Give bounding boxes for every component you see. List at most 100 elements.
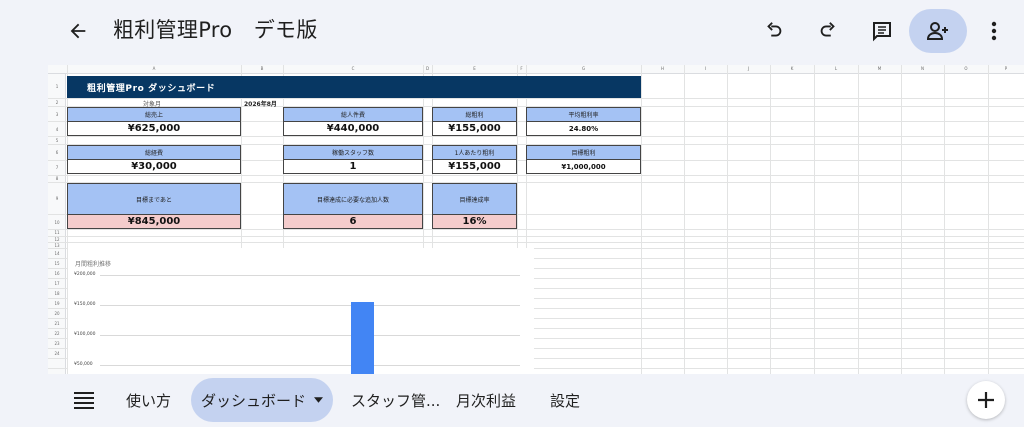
row-number[interactable]: 21 — [48, 321, 66, 326]
personnel-cost-label: 総人件費 — [283, 107, 423, 122]
y-tick-label: ¥100,000 — [74, 332, 96, 337]
chart-gridline — [100, 335, 520, 336]
personnel-cost-value[interactable]: ¥440,000 — [283, 121, 423, 136]
banner-title: 粗利管理Pro ダッシュボード — [87, 84, 216, 94]
sales-value[interactable]: ¥625,000 — [67, 121, 241, 136]
document-title[interactable]: 粗利管理Pro デモ版 — [113, 14, 318, 44]
more-vert-icon — [991, 21, 997, 41]
expenses-value[interactable]: ¥30,000 — [67, 159, 241, 174]
more-options-button[interactable] — [972, 9, 1016, 53]
column-letter[interactable]: B — [241, 66, 283, 71]
row-number[interactable]: 8 — [48, 176, 66, 181]
row-number[interactable]: 19 — [48, 301, 66, 306]
row-number[interactable]: 11 — [48, 230, 66, 235]
undo-button[interactable] — [752, 9, 796, 53]
column-letter[interactable]: L — [814, 66, 858, 71]
row-number[interactable]: 1 — [48, 84, 66, 89]
tab-label: ダッシュボード — [201, 391, 307, 410]
per-person-profit-label: 1人あたり粗利 — [432, 145, 517, 160]
row-number[interactable]: 7 — [48, 165, 66, 170]
gross-profit-label: 総粗利 — [432, 107, 517, 122]
needed-staff-label: 目標達成に必要な追加人数 — [283, 183, 423, 215]
tab-settings[interactable]: 設定 — [550, 378, 580, 422]
per-person-profit-value[interactable]: ¥155,000 — [432, 159, 517, 174]
row-number[interactable]: 18 — [48, 291, 66, 296]
column-letter[interactable]: F — [517, 66, 526, 71]
row-number[interactable]: 15 — [48, 261, 66, 266]
column-letter[interactable]: H — [641, 66, 684, 71]
dashboard-banner[interactable]: 粗利管理Pro ダッシュボード — [67, 76, 641, 98]
row-number[interactable]: 16 — [48, 271, 66, 276]
row-number[interactable]: 5 — [48, 138, 66, 143]
column-letter[interactable]: P — [988, 66, 1024, 71]
column-letter[interactable]: C — [283, 66, 423, 71]
target-profit-label: 目標粗利 — [526, 145, 641, 160]
achievement-rate-label: 目標達成率 — [432, 183, 517, 215]
column-letter[interactable]: J — [727, 66, 770, 71]
comment-button[interactable] — [860, 9, 904, 53]
row-number[interactable]: 14 — [48, 251, 66, 256]
row-number[interactable]: 4 — [48, 127, 66, 132]
column-letter[interactable]: A — [67, 66, 241, 71]
chart-gridline — [100, 275, 520, 276]
row-number[interactable]: 22 — [48, 331, 66, 336]
tab-usage[interactable]: 使い方 — [126, 378, 171, 422]
target-month-value[interactable]: 2026年8月 — [244, 99, 277, 108]
chart-gridline — [100, 365, 520, 366]
row-number[interactable]: 12 — [48, 237, 66, 242]
remaining-value[interactable]: ¥845,000 — [67, 214, 241, 229]
row-number[interactable]: 10 — [48, 220, 66, 225]
chart-title: 月間粗利推移 — [75, 261, 112, 268]
tab-label: 設定 — [550, 391, 581, 410]
needed-staff-value[interactable]: 6 — [283, 214, 423, 229]
add-sheet-button[interactable] — [967, 381, 1005, 419]
column-letter[interactable]: K — [770, 66, 814, 71]
sheet-list-icon — [74, 392, 94, 409]
tab-staff-management[interactable]: スタッフ管... — [351, 378, 440, 422]
achievement-rate-value[interactable]: 16% — [432, 214, 517, 229]
column-letter[interactable]: I — [684, 66, 727, 71]
chart-gridline — [100, 305, 520, 306]
row-number[interactable]: 2 — [48, 100, 66, 105]
active-staff-value[interactable]: 1 — [283, 159, 423, 174]
column-letter[interactable]: E — [432, 66, 517, 71]
y-tick-label: ¥150,000 — [74, 302, 96, 307]
spreadsheet-grid[interactable]: A B C D E F G H I J K L M N O P 1 2 3 4 … — [48, 65, 1024, 374]
tab-dashboard[interactable]: ダッシュボード — [191, 378, 333, 422]
back-button[interactable] — [56, 9, 100, 53]
row-number[interactable]: 24 — [48, 351, 66, 356]
gross-profit-value[interactable]: ¥155,000 — [432, 121, 517, 136]
expenses-label: 総経費 — [67, 145, 241, 160]
redo-button[interactable] — [806, 9, 850, 53]
add-person-icon — [926, 22, 948, 40]
column-letter[interactable]: O — [944, 66, 988, 71]
row-number[interactable]: 9 — [48, 196, 66, 201]
sales-label: 総売上 — [67, 107, 241, 122]
target-profit-value[interactable]: ¥1,000,000 — [526, 159, 641, 174]
row-number[interactable]: 20 — [48, 311, 66, 316]
chart-bar[interactable] — [351, 302, 374, 374]
row-number[interactable]: 23 — [48, 341, 66, 346]
monthly-profit-chart[interactable]: 月間粗利推移 ¥200,000 ¥150,000 ¥100,000 ¥50,000 — [68, 248, 534, 374]
column-letter[interactable]: D — [423, 66, 432, 71]
y-tick-label: ¥50,000 — [74, 362, 93, 367]
row-number[interactable]: 13 — [48, 243, 66, 248]
top-app-bar: 粗利管理Pro デモ版 — [0, 0, 1024, 62]
all-sheets-button[interactable] — [62, 378, 106, 422]
column-letter[interactable]: G — [526, 66, 641, 71]
row-number[interactable]: 6 — [48, 150, 66, 155]
dropdown-arrow-icon — [314, 397, 323, 403]
column-letter[interactable]: N — [901, 66, 944, 71]
tab-monthly-profit[interactable]: 月次利益 — [456, 378, 516, 422]
active-staff-label: 稼働スタッフ数 — [283, 145, 423, 160]
row-number[interactable]: 17 — [48, 281, 66, 286]
tab-label: 使い方 — [126, 391, 172, 410]
column-letter[interactable]: M — [858, 66, 901, 71]
undo-icon — [767, 22, 782, 37]
share-button[interactable] — [909, 9, 967, 53]
avg-margin-value[interactable]: 24.80% — [526, 121, 641, 136]
avg-margin-label: 平均粗利率 — [526, 107, 641, 122]
row-number[interactable]: 3 — [48, 112, 66, 117]
comment-icon — [873, 22, 891, 42]
remaining-label: 目標まであと — [67, 183, 241, 215]
